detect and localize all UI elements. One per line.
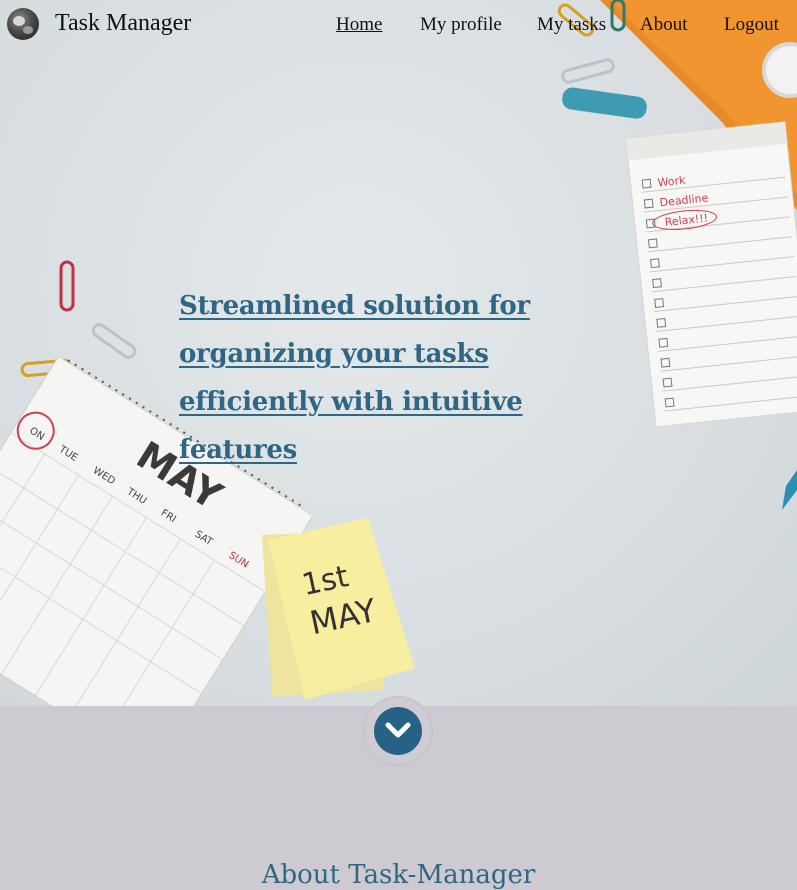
- hero-section: Work Deadline Relax!!! MAY ON TUE WED TH…: [0, 0, 797, 706]
- navbar: Task Manager Home My profile My tasks Ab…: [0, 0, 797, 50]
- nav-home-link[interactable]: Home: [336, 14, 382, 36]
- pen: [782, 470, 797, 510]
- nav-logout-link[interactable]: Logout: [724, 14, 779, 36]
- avatar-logo-icon[interactable]: [7, 8, 39, 40]
- sticky-note: 1st MAY: [262, 518, 415, 700]
- marker-cap: [562, 87, 647, 119]
- nav-about-link[interactable]: About: [640, 14, 688, 36]
- nav-my-tasks-link[interactable]: My tasks: [537, 14, 606, 36]
- notepad: Work Deadline Relax!!!: [625, 121, 797, 428]
- brand-title[interactable]: Task Manager: [55, 10, 191, 37]
- hero-headline[interactable]: Streamlined solution for organizing your…: [179, 282, 629, 474]
- about-heading: About Task-Manager: [261, 860, 536, 890]
- chevron-down-icon: [385, 722, 411, 738]
- nav-my-profile-link[interactable]: My profile: [420, 14, 502, 36]
- scroll-down-button[interactable]: [363, 696, 433, 766]
